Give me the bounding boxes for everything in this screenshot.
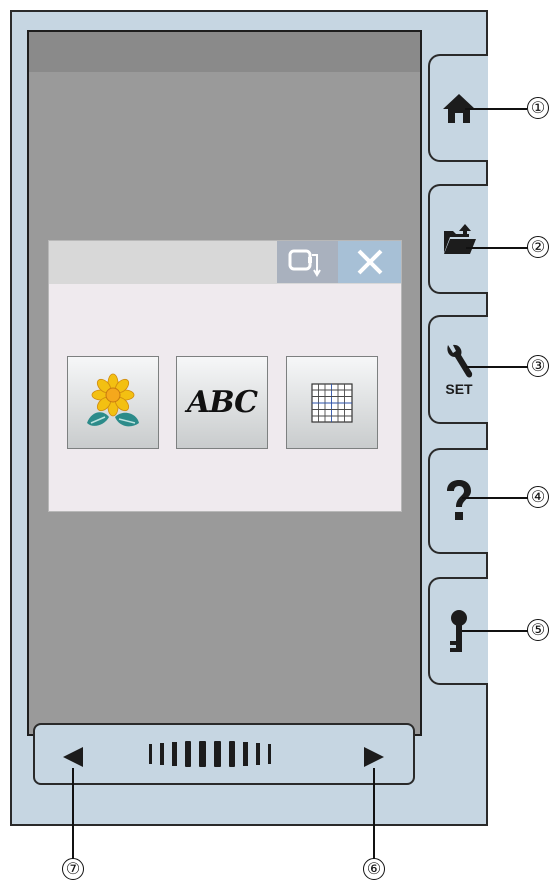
grid-template-icon [311, 382, 353, 423]
callout-2: ② [527, 236, 549, 258]
callout-leader-3 [466, 366, 528, 368]
callout-leader-2 [466, 247, 528, 249]
settings-label: SET [445, 380, 473, 397]
callout-leader-5 [462, 630, 528, 632]
wrench-icon [447, 344, 473, 377]
embroidery-design-button[interactable] [67, 356, 159, 449]
callout-leader-7 [72, 768, 74, 860]
screen-title-bar [29, 32, 420, 72]
scroll-grip-icon[interactable] [147, 739, 297, 769]
callout-3: ③ [527, 355, 549, 377]
callout-leader-1 [465, 108, 527, 110]
close-button[interactable] [338, 241, 401, 283]
close-icon [357, 249, 382, 275]
callout-4: ④ [527, 486, 549, 508]
arrow-left-icon[interactable] [61, 745, 85, 769]
lettering-label: ABC [186, 385, 258, 420]
folder-upload-icon [444, 224, 476, 254]
grid-template-button[interactable] [286, 356, 378, 449]
lettering-button[interactable]: ABC [176, 356, 268, 449]
callout-7: ⑦ [62, 858, 84, 880]
callout-1: ① [527, 97, 549, 119]
flower-design-icon [87, 373, 139, 426]
callout-6: ⑥ [363, 858, 385, 880]
hoop-transfer-icon [288, 249, 321, 277]
callout-5: ⑤ [527, 619, 549, 641]
help-button[interactable] [428, 448, 488, 554]
callout-leader-6 [373, 768, 375, 860]
callout-leader-4 [462, 497, 528, 499]
settings-button[interactable]: SET [428, 315, 488, 424]
open-file-button[interactable] [428, 184, 488, 294]
hoop-transfer-button[interactable] [277, 241, 338, 283]
help-question-icon [447, 480, 471, 520]
arrow-right-icon[interactable] [362, 745, 386, 769]
